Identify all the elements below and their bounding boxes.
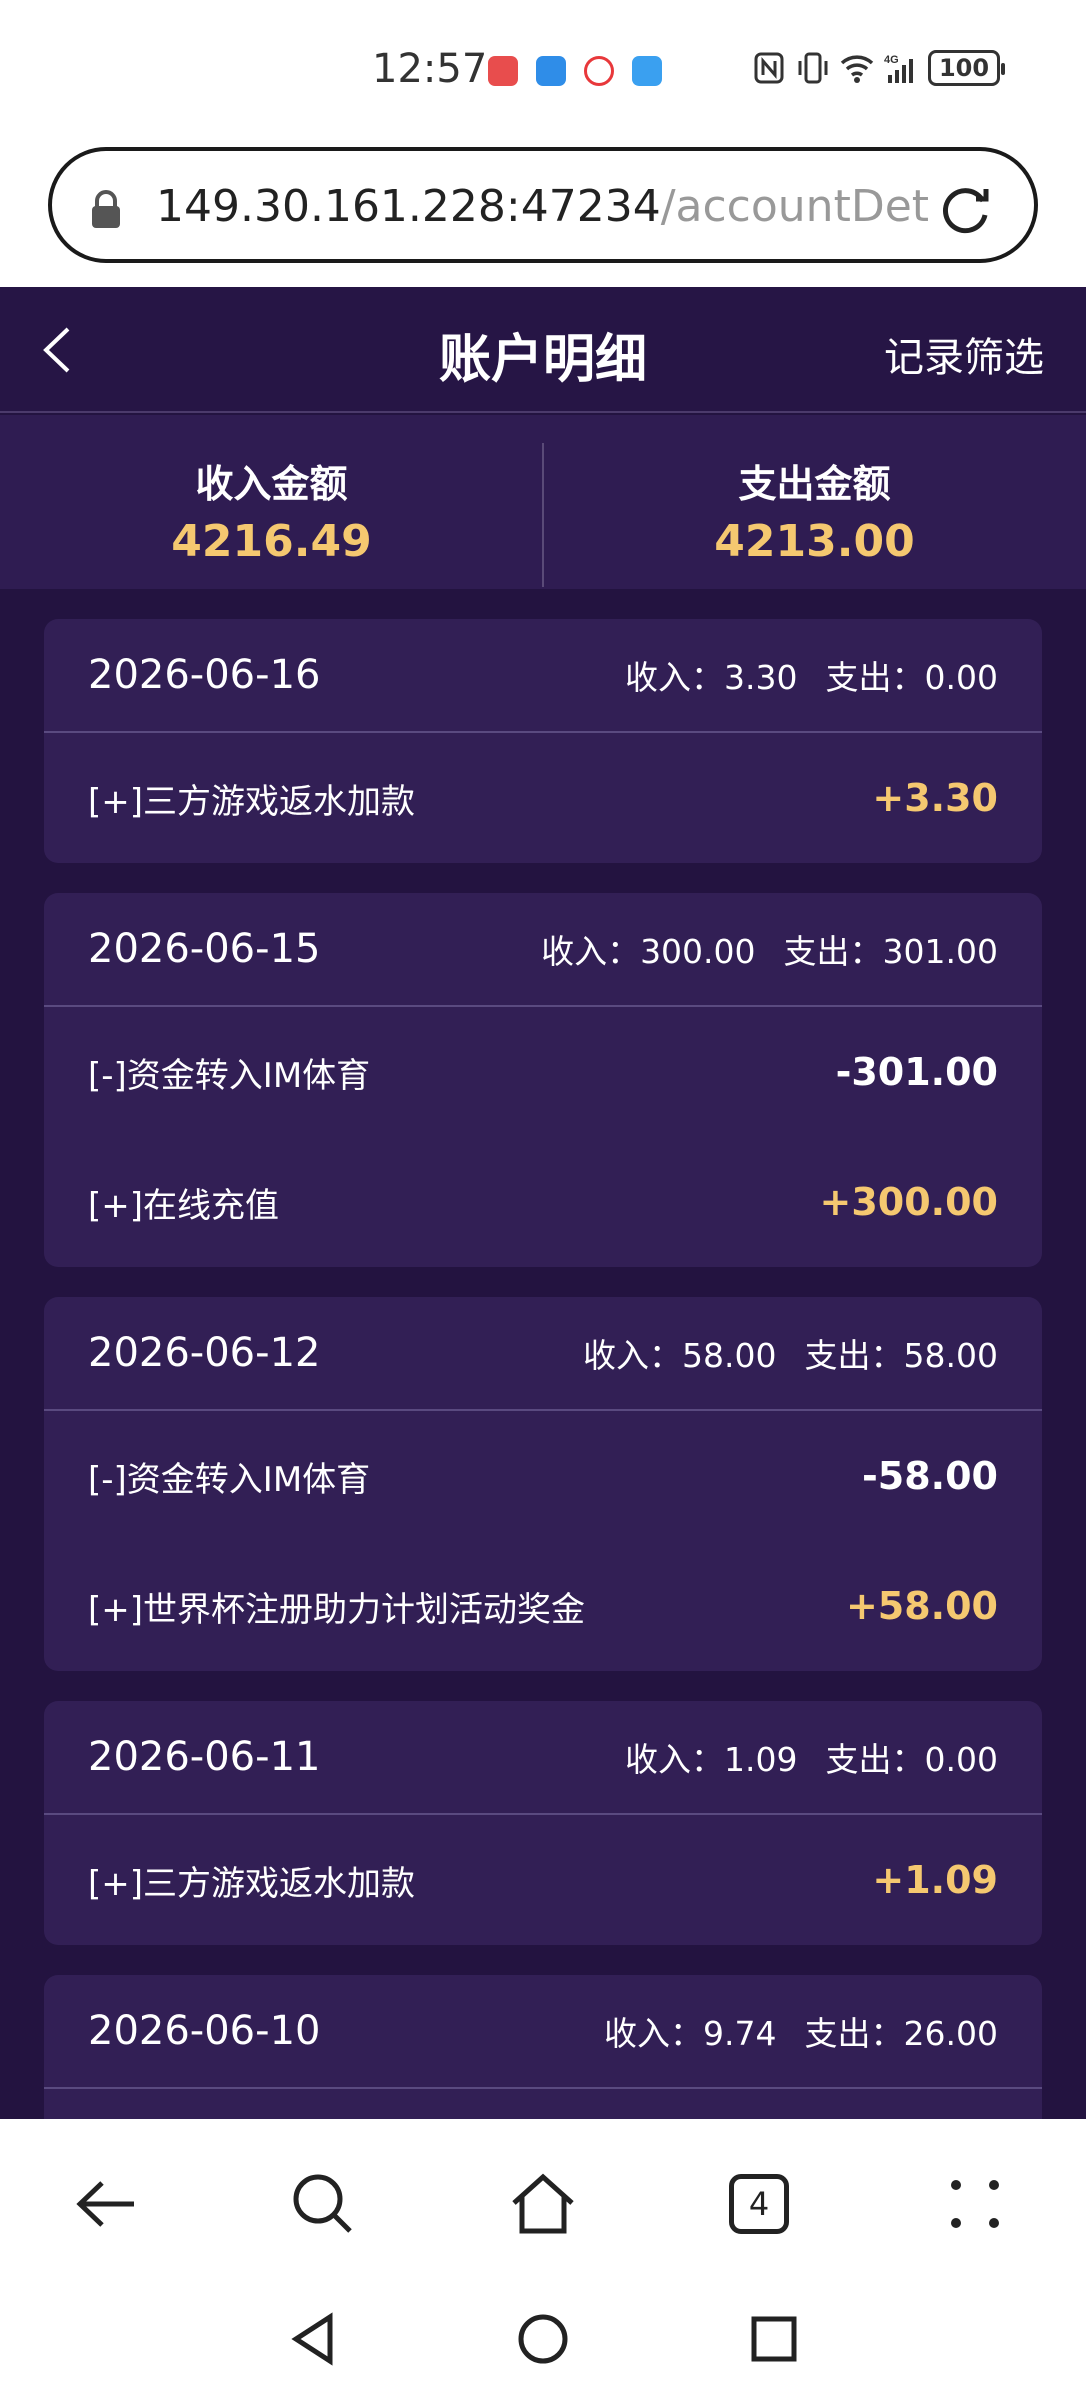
income-value: 4216.49 xyxy=(171,516,372,567)
status-bar: 12:57 4G 100 xyxy=(0,0,1086,140)
status-icons: 4G 100 xyxy=(752,50,1005,86)
day-expense: 支出：26.00 xyxy=(804,2014,998,2053)
tabs-count: 4 xyxy=(729,2174,789,2234)
tabs-button[interactable]: 4 xyxy=(724,2169,794,2239)
day-stats: 收入：58.00 支出：58.00 xyxy=(583,1329,998,1377)
day-income: 收入：1.09 xyxy=(625,1740,798,1779)
system-back-icon[interactable] xyxy=(286,2311,342,2367)
transaction-list: 2026-06-16 收入：3.30 支出：0.00 [+]三方游戏返水加款 +3… xyxy=(44,619,1042,2119)
weibo-app-icon xyxy=(584,56,614,86)
notification-apps xyxy=(488,56,662,86)
account-detail-page: 账户明细 记录筛选 收入金额 4216.49 支出金额 4213.00 2026… xyxy=(0,287,1086,2119)
income-label: 收入金额 xyxy=(195,462,348,506)
expense-summary: 支出金额 4213.00 xyxy=(543,415,1086,589)
day-stats: 收入：1.09 支出：0.00 xyxy=(625,1733,998,1781)
browser-toolbar: 4 xyxy=(0,2119,1086,2289)
address-bar[interactable]: 149.30.161.228:47234/accountDet xyxy=(48,147,1038,263)
day-stats: 收入：300.00 支出：301.00 xyxy=(541,925,998,973)
transaction-row[interactable]: [-]资金转入IM体育 -301.00 xyxy=(44,1007,1042,1137)
svg-text:4G: 4G xyxy=(884,54,899,66)
signal-4g-icon: 4G xyxy=(884,54,913,83)
transaction-desc: [+]三方游戏返水加款 xyxy=(88,1863,416,1904)
day-card: 2026-06-10 收入：9.74 支出：26.00 xyxy=(44,1975,1042,2119)
url-text[interactable]: 149.30.161.228:47234/accountDet xyxy=(156,181,956,232)
transaction-amount: -301.00 xyxy=(835,1050,998,1094)
day-date: 2026-06-15 xyxy=(88,926,321,972)
weather-app-icon xyxy=(632,56,662,86)
system-recents-icon[interactable] xyxy=(746,2311,802,2367)
transaction-desc: [-]资金转入IM体育 xyxy=(88,1459,371,1500)
back-arrow-icon[interactable] xyxy=(72,2169,142,2239)
expense-label: 支出金额 xyxy=(738,462,891,506)
day-date: 2026-06-10 xyxy=(88,2008,321,2054)
day-date: 2026-06-12 xyxy=(88,1330,321,1376)
transaction-row[interactable] xyxy=(44,2089,1042,2119)
day-date: 2026-06-11 xyxy=(88,1734,321,1780)
status-time: 12:57 xyxy=(372,46,488,92)
transaction-desc: [-]资金转入IM体育 xyxy=(88,1055,371,1096)
day-income: 收入：3.30 xyxy=(625,658,798,697)
transaction-amount: +58.00 xyxy=(845,1584,998,1628)
app-header: 账户明细 记录筛选 xyxy=(0,287,1086,413)
day-income: 收入：9.74 xyxy=(604,2014,777,2053)
expense-value: 4213.00 xyxy=(714,516,915,567)
day-stats: 收入：9.74 支出：26.00 xyxy=(604,2007,998,2055)
day-card: 2026-06-16 收入：3.30 支出：0.00 [+]三方游戏返水加款 +3… xyxy=(44,619,1042,863)
day-card: 2026-06-11 收入：1.09 支出：0.00 [+]三方游戏返水加款 +1… xyxy=(44,1701,1042,1945)
lock-icon xyxy=(92,190,120,228)
transaction-desc: [+]三方游戏返水加款 xyxy=(88,781,416,822)
wifi-icon xyxy=(840,55,874,83)
transaction-row[interactable]: [-]资金转入IM体育 -58.00 xyxy=(44,1411,1042,1541)
system-navigation xyxy=(0,2289,1086,2400)
day-card: 2026-06-12 收入：58.00 支出：58.00 [-]资金转入IM体育 … xyxy=(44,1297,1042,1671)
alipay-app-icon xyxy=(536,56,566,86)
transaction-amount: +300.00 xyxy=(819,1180,998,1224)
url-host: 149.30.161.228:47234 xyxy=(156,181,661,232)
vibrate-icon xyxy=(798,52,828,84)
home-icon[interactable] xyxy=(508,2169,578,2239)
day-header: 2026-06-12 收入：58.00 支出：58.00 xyxy=(44,1297,1042,1411)
day-header: 2026-06-16 收入：3.30 支出：0.00 xyxy=(44,619,1042,733)
record-filter-button[interactable]: 记录筛选 xyxy=(884,325,1044,383)
day-card: 2026-06-15 收入：300.00 支出：301.00 [-]资金转入IM体… xyxy=(44,893,1042,1267)
day-header: 2026-06-11 收入：1.09 支出：0.00 xyxy=(44,1701,1042,1815)
day-income: 收入：300.00 xyxy=(541,932,756,971)
nfc-icon xyxy=(754,52,784,84)
battery-indicator: 100 xyxy=(928,50,1005,86)
transaction-row[interactable]: [+]世界杯注册助力计划活动奖金 +58.00 xyxy=(44,1541,1042,1671)
transaction-desc: [+]在线充值 xyxy=(88,1185,280,1226)
transaction-amount: -58.00 xyxy=(862,1454,998,1498)
system-home-icon[interactable] xyxy=(515,2311,571,2367)
transaction-row[interactable]: [+]三方游戏返水加款 +3.30 xyxy=(44,733,1042,863)
transaction-amount: +1.09 xyxy=(872,1858,998,1902)
income-summary: 收入金额 4216.49 xyxy=(0,415,543,589)
day-stats: 收入：3.30 支出：0.00 xyxy=(625,651,998,699)
more-menu-icon[interactable] xyxy=(940,2169,1010,2239)
search-icon[interactable] xyxy=(288,2169,358,2239)
transaction-amount: +3.30 xyxy=(872,776,998,820)
transaction-desc: [+]世界杯注册助力计划活动奖金 xyxy=(88,1589,586,1630)
day-header: 2026-06-15 收入：300.00 支出：301.00 xyxy=(44,893,1042,1007)
summary-panel: 收入金额 4216.49 支出金额 4213.00 xyxy=(0,415,1086,589)
day-expense: 支出：301.00 xyxy=(783,932,998,971)
day-income: 收入：58.00 xyxy=(583,1336,777,1375)
day-header: 2026-06-10 收入：9.74 支出：26.00 xyxy=(44,1975,1042,2089)
url-path: /accountDet xyxy=(660,181,930,232)
day-expense: 支出：0.00 xyxy=(825,658,998,697)
notes-app-icon xyxy=(488,56,518,86)
day-expense: 支出：0.00 xyxy=(825,1740,998,1779)
transaction-row[interactable]: [+]在线充值 +300.00 xyxy=(44,1137,1042,1267)
day-date: 2026-06-16 xyxy=(88,652,321,698)
transaction-row[interactable]: [+]三方游戏返水加款 +1.09 xyxy=(44,1815,1042,1945)
day-expense: 支出：58.00 xyxy=(804,1336,998,1375)
reload-icon[interactable] xyxy=(936,179,994,237)
